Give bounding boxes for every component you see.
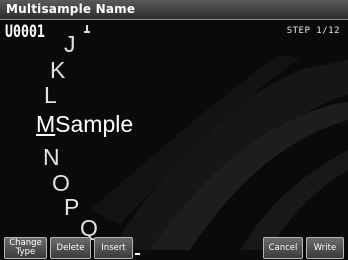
insert-button[interactable]: Insert xyxy=(94,237,133,259)
change-type-label-line2: Type xyxy=(15,247,36,257)
name-remainder: Sample xyxy=(55,111,134,137)
write-button[interactable]: Write xyxy=(306,237,344,259)
multisample-name-screen: Multisample Name U0001 STEP 1/12 J K L M… xyxy=(0,0,348,260)
selected-char: M xyxy=(36,111,56,137)
char-option[interactable]: N xyxy=(43,146,60,169)
delete-button[interactable]: Delete xyxy=(50,237,91,259)
multisample-number: U0001 xyxy=(5,22,45,42)
char-option[interactable]: O xyxy=(52,172,70,195)
cancel-button[interactable]: Cancel xyxy=(263,237,303,259)
change-type-button[interactable]: Change Type xyxy=(4,237,47,259)
text-cursor xyxy=(135,253,140,255)
char-option[interactable]: J xyxy=(64,33,76,56)
char-option[interactable]: P xyxy=(64,196,79,219)
cancel-label: Cancel xyxy=(268,242,298,253)
write-label: Write xyxy=(313,242,337,253)
title-bar: Multisample Name xyxy=(0,0,348,20)
char-option[interactable]: K xyxy=(50,59,65,82)
position-marker-icon xyxy=(84,25,90,33)
char-option[interactable]: L xyxy=(44,84,57,107)
current-name[interactable]: MSample xyxy=(36,113,133,136)
insert-label: Insert xyxy=(101,242,126,253)
screen-title: Multisample Name xyxy=(6,2,136,16)
step-indicator: STEP 1/12 xyxy=(286,26,340,36)
delete-label: Delete xyxy=(56,242,85,253)
